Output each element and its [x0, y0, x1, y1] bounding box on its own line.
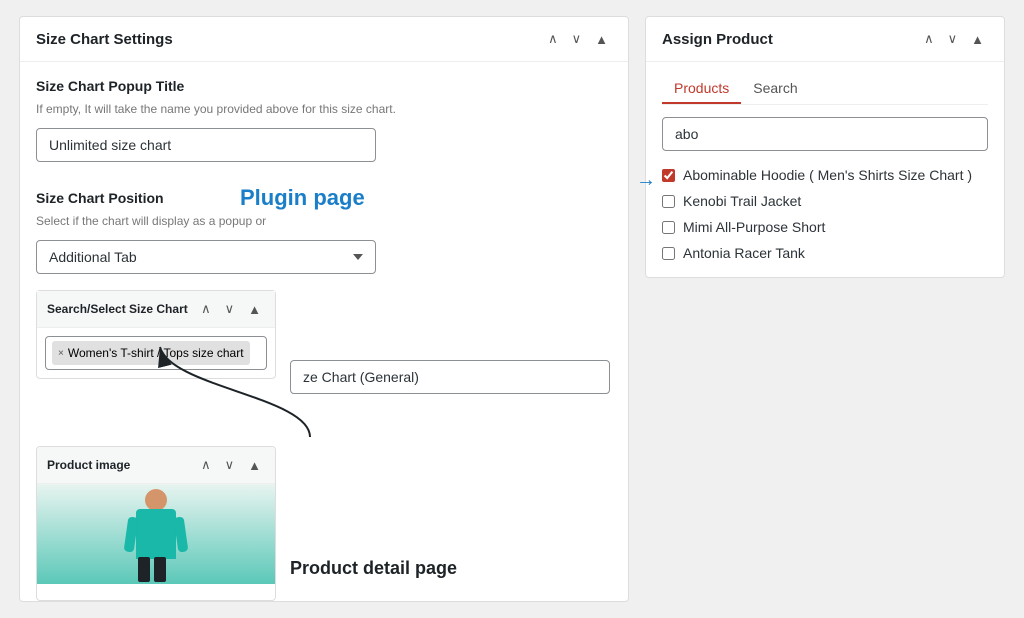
product-image-menu-button[interactable]: ▲ [244, 456, 265, 475]
left-panel: Size Chart Settings ∧ ∨ ▲ Size Chart Pop… [19, 16, 629, 602]
popup-section-label: Size Chart Popup Title [36, 78, 612, 94]
tag-input[interactable]: × Women's T-shirt / Tops size chart [45, 336, 267, 370]
product-image-placeholder [37, 484, 275, 584]
checkbox-mimi[interactable] [662, 221, 675, 234]
checkbox-antonia[interactable] [662, 247, 675, 260]
tab-products[interactable]: Products [662, 74, 741, 104]
position-section-desc: Select if the chart will display as a po… [36, 212, 612, 230]
product-image-widget: Product image ∧ ∨ ▲ [36, 446, 276, 601]
person-figure [126, 489, 186, 579]
panel-controls: ∧ ∨ ▲ [544, 29, 612, 49]
product-image-controls: ∧ ∨ ▲ [197, 455, 265, 475]
right-panel-menu-button[interactable]: ▲ [967, 30, 988, 49]
tabs-row: Products Search [662, 74, 988, 105]
right-panel-body: Products Search → Abominable Hoodie ( Me… [646, 62, 1004, 277]
panel-menu-button[interactable]: ▲ [591, 30, 612, 49]
widget-header: Search/Select Size Chart ∧ ∨ ▲ [37, 291, 275, 328]
tab-search[interactable]: Search [741, 74, 809, 104]
popup-title-input[interactable] [36, 128, 376, 162]
person-left-leg [138, 557, 150, 582]
collapse-down-button[interactable]: ∨ [568, 29, 586, 49]
blue-arrow-pointer: → [636, 169, 656, 192]
checkbox-item-2: Kenobi Trail Jacket [662, 193, 988, 209]
widget-body: × Women's T-shirt / Tops size chart [37, 328, 275, 378]
checkbox-item-4: Antonia Racer Tank [662, 245, 988, 261]
right-panel-up-button[interactable]: ∧ [920, 29, 938, 49]
checkbox-abominable-label: Abominable Hoodie ( Men's Shirts Size Ch… [683, 167, 972, 183]
product-image-header: Product image ∧ ∨ ▲ [37, 447, 275, 484]
checkbox-abominable[interactable] [662, 169, 675, 182]
checkbox-kenobi[interactable] [662, 195, 675, 208]
widget-up-button[interactable]: ∧ [197, 299, 215, 319]
left-panel-body: Size Chart Popup Title If empty, It will… [20, 62, 628, 407]
product-image-title: Product image [47, 458, 130, 472]
checkbox-antonia-label: Antonia Racer Tank [683, 245, 805, 261]
search-select-widget: Search/Select Size Chart ∧ ∨ ▲ × Women's… [36, 290, 276, 379]
person-right-leg [154, 557, 166, 582]
right-panel: Assign Product ∧ ∨ ▲ Products Search → A… [645, 16, 1005, 278]
right-panel-down-button[interactable]: ∨ [944, 29, 962, 49]
product-image-up-button[interactable]: ∧ [197, 455, 215, 475]
left-panel-header: Size Chart Settings ∧ ∨ ▲ [20, 17, 628, 62]
checkbox-mimi-label: Mimi All-Purpose Short [683, 219, 825, 235]
second-chart-input[interactable] [290, 360, 610, 394]
plugin-page-label: Plugin page [240, 185, 365, 211]
collapse-up-button[interactable]: ∧ [544, 29, 562, 49]
left-panel-title: Size Chart Settings [36, 31, 173, 48]
search-input[interactable] [662, 117, 988, 151]
popup-section-desc: If empty, It will take the name you prov… [36, 100, 612, 118]
widget-title: Search/Select Size Chart [47, 302, 188, 316]
tag-label: Women's T-shirt / Tops size chart [68, 346, 244, 360]
widget-menu-button[interactable]: ▲ [244, 300, 265, 319]
position-dropdown-row: Additional Tab Popup Inline [36, 240, 612, 274]
product-detail-label: Product detail page [290, 558, 457, 579]
size-chart-tag: × Women's T-shirt / Tops size chart [52, 341, 250, 365]
widget-down-button[interactable]: ∨ [221, 299, 239, 319]
tag-close-icon[interactable]: × [58, 348, 64, 359]
checkbox-list: Abominable Hoodie ( Men's Shirts Size Ch… [662, 163, 988, 265]
checkbox-item-3: Mimi All-Purpose Short [662, 219, 988, 235]
product-image-down-button[interactable]: ∨ [221, 455, 239, 475]
right-panel-title: Assign Product [662, 31, 773, 48]
popup-title-section: Size Chart Popup Title If empty, It will… [36, 78, 612, 182]
widget-controls: ∧ ∨ ▲ [197, 299, 265, 319]
person-head [145, 489, 167, 511]
right-panel-controls: ∧ ∨ ▲ [920, 29, 988, 49]
right-panel-header: Assign Product ∧ ∨ ▲ [646, 17, 1004, 62]
position-dropdown[interactable]: Additional Tab Popup Inline [36, 240, 376, 274]
checkbox-kenobi-label: Kenobi Trail Jacket [683, 193, 801, 209]
checkbox-item-1: Abominable Hoodie ( Men's Shirts Size Ch… [662, 167, 988, 183]
person-body [136, 509, 176, 559]
